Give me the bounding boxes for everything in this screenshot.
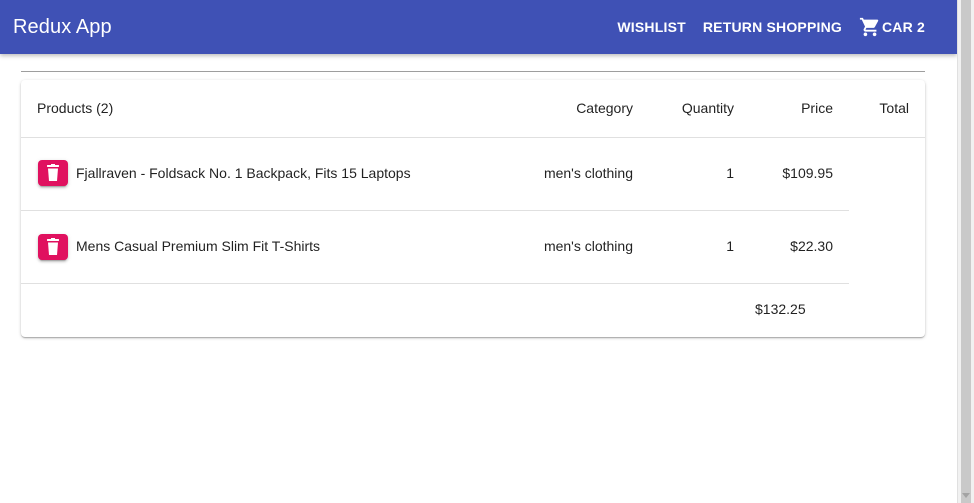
cart-label: CAR 2 (881, 19, 925, 35)
scrollbar-thumb[interactable] (961, 0, 971, 503)
delete-item-button[interactable] (38, 234, 68, 260)
top-nav: WISHLIST RETURN SHOPPING CAR 2 (617, 16, 957, 38)
trash-icon (47, 238, 59, 255)
row-divider (21, 210, 849, 211)
product-name: Fjallraven - Foldsack No. 1 Backpack, Fi… (76, 165, 411, 181)
trash-icon (47, 164, 59, 181)
product-quantity: 1 (726, 238, 734, 254)
scroll-down-icon[interactable] (962, 493, 970, 498)
header-category: Category (576, 100, 633, 116)
product-name: Mens Casual Premium Slim Fit T-Shirts (76, 238, 321, 254)
grand-total: $132.25 (755, 301, 806, 317)
return-shopping-button[interactable]: RETURN SHOPPING (703, 19, 842, 35)
app-bar: Redux App WISHLIST RETURN SHOPPING CAR 2 (0, 0, 957, 54)
product-quantity: 1 (726, 165, 734, 181)
divider (21, 71, 925, 72)
header-total: Total (879, 100, 909, 116)
row-divider (21, 137, 925, 138)
delete-item-button[interactable] (38, 160, 68, 186)
product-category: men's clothing (543, 165, 633, 181)
product-price: $22.30 (790, 238, 833, 254)
vertical-scrollbar[interactable] (957, 0, 974, 503)
row-divider (21, 283, 849, 284)
shopping-cart-icon (859, 16, 881, 38)
cart-table: Products (2) Category Quantity Price Tot… (21, 80, 925, 337)
wishlist-button[interactable]: WISHLIST (617, 19, 685, 35)
product-category: men's clothing (543, 238, 633, 254)
header-quantity: Quantity (681, 100, 734, 116)
header-products: Products (2) (37, 100, 114, 116)
app-title: Redux App (13, 15, 112, 38)
product-price: $109.95 (782, 165, 833, 181)
cart-button[interactable]: CAR 2 (859, 16, 925, 38)
